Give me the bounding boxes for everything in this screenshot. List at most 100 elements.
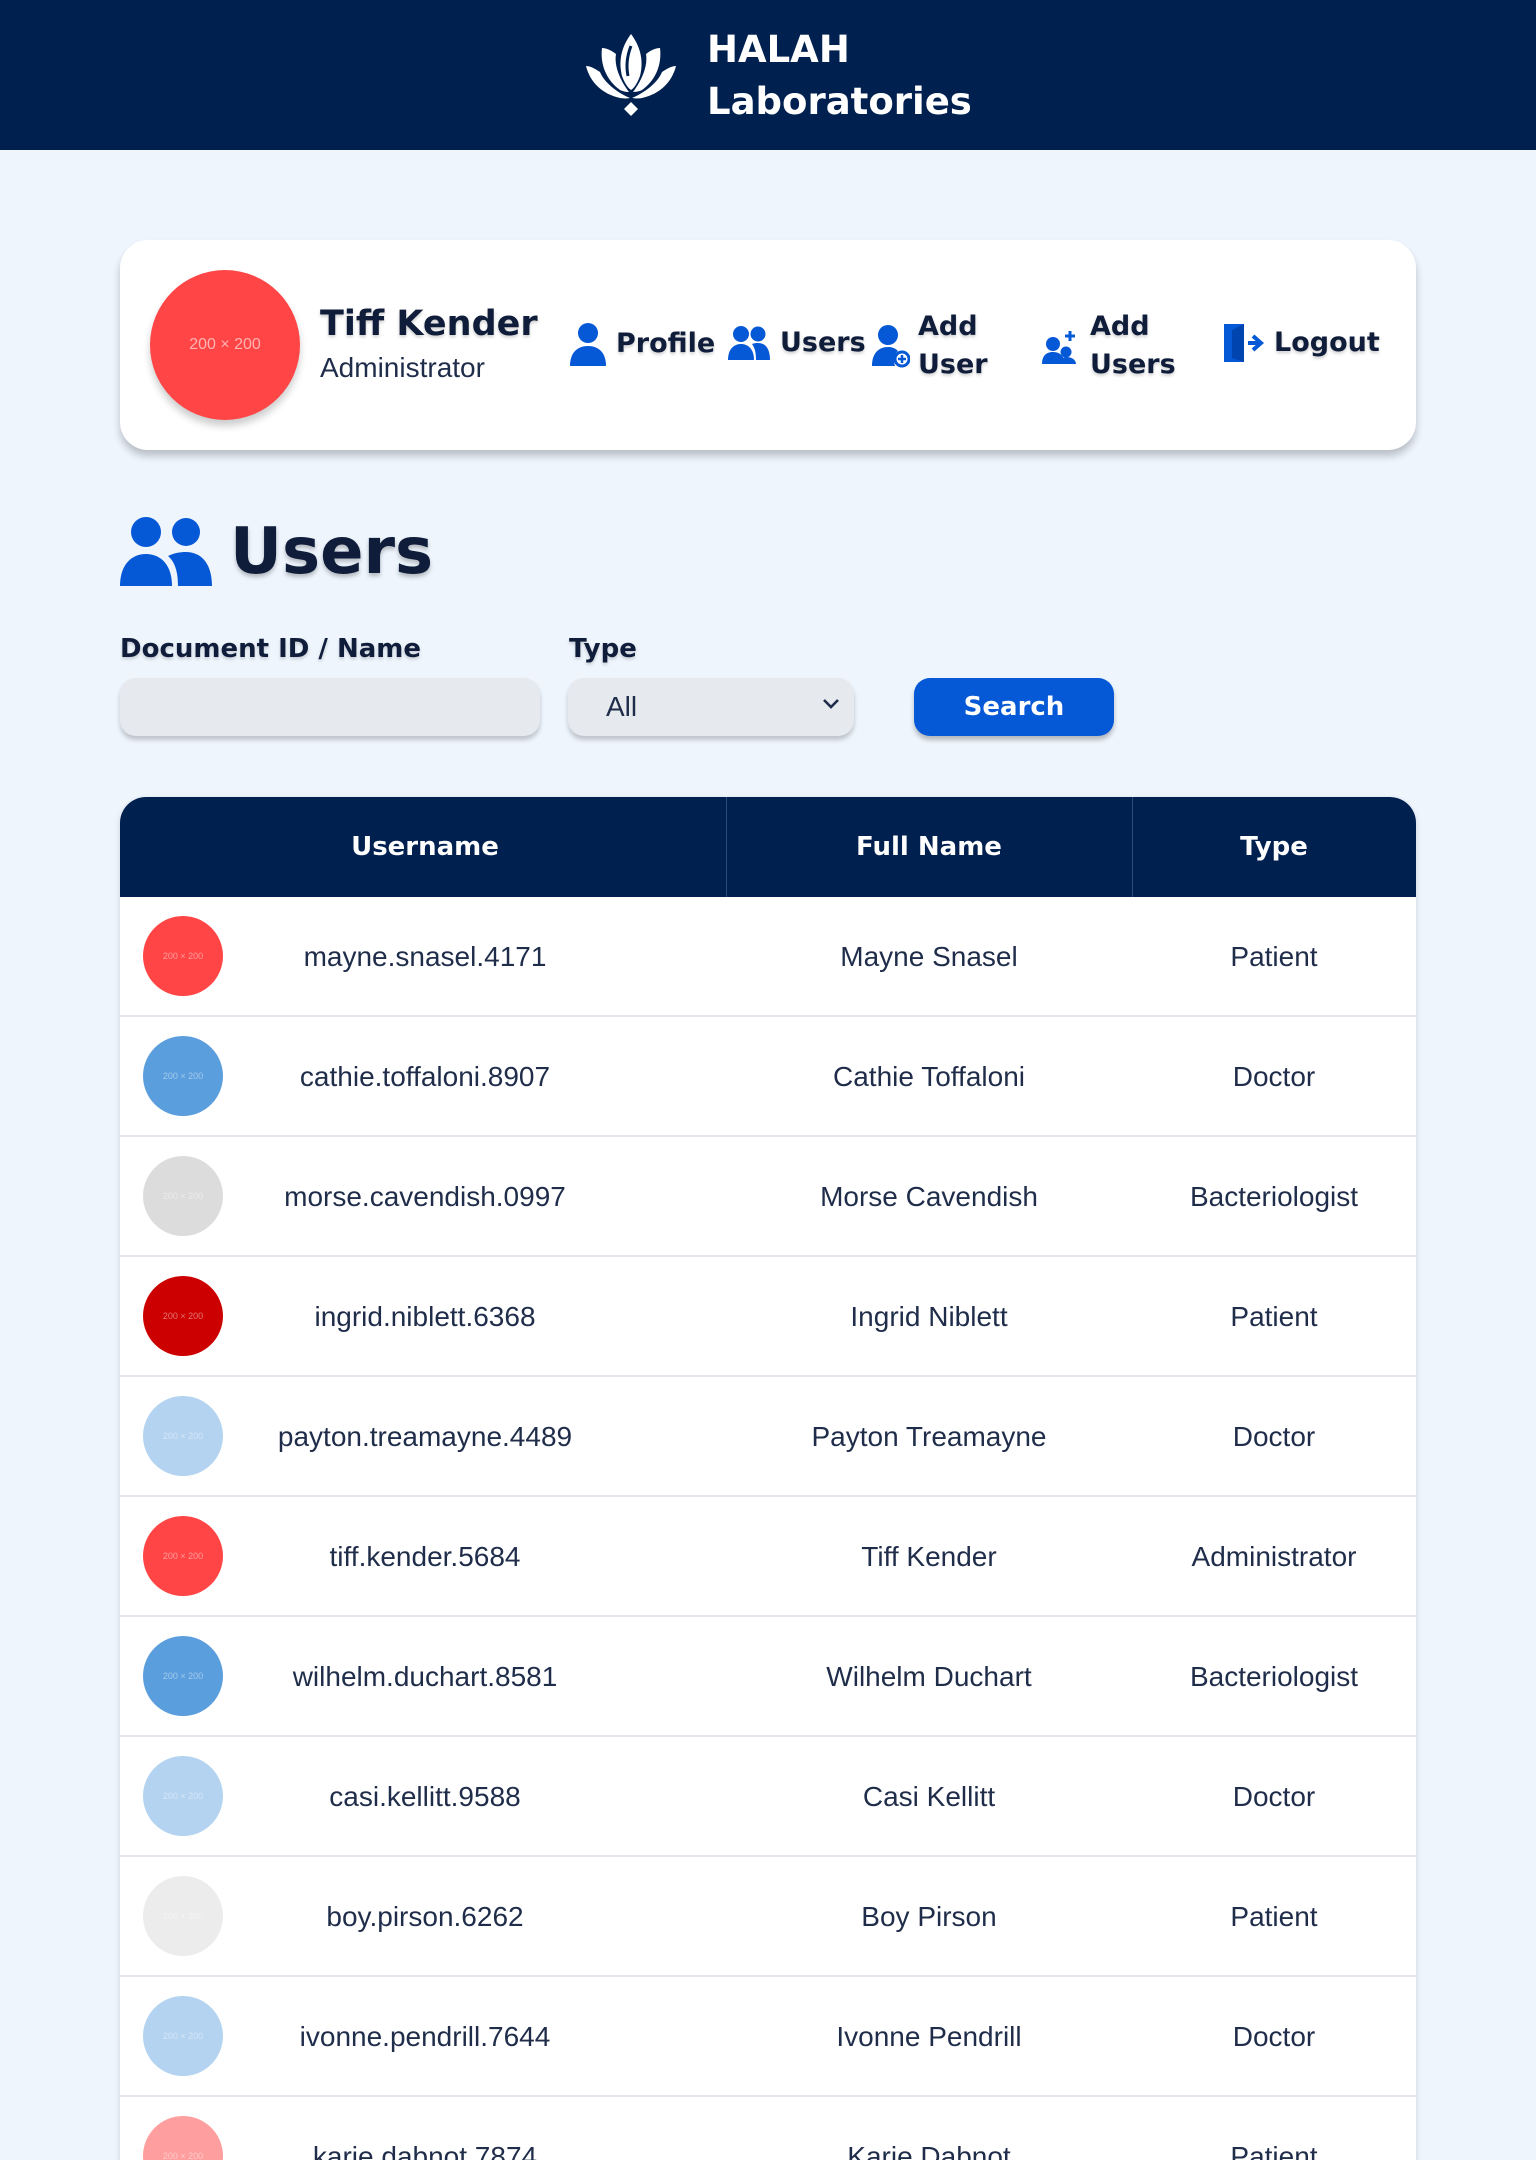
cell-full-name: Boy Pirson [861, 1901, 997, 1932]
nav-logout[interactable]: Logout [1222, 322, 1380, 364]
column-header-type[interactable]: Type [1132, 797, 1416, 897]
user-plus-icon [872, 325, 910, 368]
nav-add-user-line2: User [918, 349, 988, 380]
avatar-placeholder-text: 200 × 200 [162, 1191, 204, 1201]
cell-full-name: Wilhelm Duchart [826, 1661, 1032, 1692]
logout-icon [1224, 324, 1264, 362]
cell-username: karie.dabnot.7874 [312, 2141, 538, 2160]
cell-username: morse.cavendish.0997 [284, 1181, 566, 1212]
chevron-down-icon [823, 699, 839, 709]
cell-type: Patient [1230, 1901, 1318, 1932]
table-row[interactable]: 200 × 200 ivonne.pendrill.7644 Ivonne Pend… [120, 1977, 1416, 2097]
cell-full-name: Casi Kellitt [862, 1781, 996, 1812]
table-row[interactable]: 200 × 200 mayne.snasel.4171 Mayne Snasel Pa… [120, 897, 1416, 1017]
cell-full-name: Ivonne Pendrill [836, 2021, 1022, 2052]
page-title: Users [230, 515, 434, 589]
nav-add-user-line1: Add [918, 311, 978, 342]
table-row[interactable]: 200 × 200 payton.treamayne.4489 Payton Tre… [120, 1377, 1416, 1497]
avatar: 200 × 200 [150, 270, 300, 420]
users-icon [120, 517, 212, 586]
cell-type: Doctor [1232, 1781, 1316, 1812]
avatar: 200 × 200 [143, 1036, 223, 1116]
avatar: 200 × 200 [143, 2116, 223, 2160]
nav-users[interactable]: Users [728, 324, 866, 362]
avatar: 200 × 200 [143, 1636, 223, 1716]
cell-full-name: Morse Cavendish [820, 1181, 1038, 1212]
nav-profile[interactable]: Profile [570, 322, 715, 366]
table-row[interactable]: 200 × 200 casi.kellitt.9588 Casi Kellitt Do… [120, 1737, 1416, 1857]
users-plus-icon [1042, 331, 1076, 364]
cell-username: cathie.toffaloni.8907 [299, 1061, 551, 1092]
cell-type: Bacteriologist [1189, 1661, 1359, 1692]
cell-username: ivonne.pendrill.7644 [299, 2021, 551, 2052]
avatar: 200 × 200 [143, 1516, 223, 1596]
avatar-placeholder-text: 200 × 200 [162, 1671, 204, 1681]
cell-type: Doctor [1232, 1061, 1316, 1092]
column-header-username[interactable]: Username [245, 797, 605, 897]
nav-profile-label: Profile [616, 328, 716, 359]
lotus-icon [586, 34, 676, 116]
avatar: 200 × 200 [143, 1396, 223, 1476]
nav-users-label: Users [780, 327, 866, 358]
table-row[interactable]: 200 × 200 morse.cavendish.0997 Morse Caven… [120, 1137, 1416, 1257]
nav-add-user-label: Add User [918, 308, 988, 384]
cell-username: tiff.kender.5684 [329, 1541, 521, 1572]
avatar: 200 × 200 [143, 1876, 223, 1956]
table-row[interactable]: 200 × 200 karie.dabnot.7874 Karie Dabnot Pa… [120, 2097, 1416, 2160]
profile-role: Administrator [320, 352, 485, 383]
avatar-placeholder-text: 200 × 200 [162, 1431, 204, 1441]
table-row[interactable]: 200 × 200 tiff.kender.5684 Tiff Kender Admi… [120, 1497, 1416, 1617]
avatar-placeholder-text: 200 × 200 [162, 2031, 204, 2041]
nav-add-users-line1: Add [1090, 311, 1150, 342]
nav-add-user[interactable]: Add User [872, 308, 988, 384]
users-table: Username Full Name Type 200 × 200 mayne.s… [120, 797, 1416, 2160]
table-row[interactable]: 200 × 200 boy.pirson.6262 Boy Pirson Patien… [120, 1857, 1416, 1977]
cell-username: ingrid.niblett.6368 [314, 1301, 536, 1332]
type-label: Type [569, 634, 637, 664]
avatar-placeholder-text: 200 × 200 [162, 1911, 204, 1921]
document-id-label: Document ID / Name [120, 634, 421, 664]
cell-type: Bacteriologist [1189, 1181, 1359, 1212]
nav-add-users-line2: Users [1090, 349, 1176, 380]
avatar-placeholder-text: 200 × 200 [162, 951, 204, 961]
cell-full-name: Payton Treamayne [811, 1421, 1047, 1452]
avatar-placeholder-text: 200 × 200 [162, 1791, 204, 1801]
avatar: 200 × 200 [143, 1156, 223, 1236]
avatar: 200 × 200 [143, 1996, 223, 2076]
cell-type: Doctor [1232, 1421, 1316, 1452]
nav-add-users[interactable]: Add Users [1042, 308, 1176, 384]
cell-type: Patient [1230, 2141, 1318, 2160]
cell-username: wilhelm.duchart.8581 [292, 1661, 558, 1692]
profile-card: 200 × 200 Tiff Kender Administrator Prof… [120, 240, 1416, 450]
search-button[interactable]: Search [914, 678, 1114, 736]
cell-username: payton.treamayne.4489 [277, 1421, 573, 1452]
brand-line1: HALAH [707, 28, 850, 71]
profile-name: Tiff Kender [320, 304, 538, 344]
column-header-full-name[interactable]: Full Name [726, 797, 1132, 897]
avatar-placeholder-text: 200 × 200 [162, 1551, 204, 1561]
cell-full-name: Ingrid Niblett [850, 1301, 1008, 1332]
cell-full-name: Mayne Snasel [840, 941, 1018, 972]
table-row[interactable]: 200 × 200 cathie.toffaloni.8907 Cathie Tof… [120, 1017, 1416, 1137]
table-row[interactable]: 200 × 200 wilhelm.duchart.8581 Wilhelm Duc… [120, 1617, 1416, 1737]
type-select[interactable]: All [568, 678, 854, 736]
avatar-placeholder-text: 200 × 200 [162, 2151, 204, 2160]
avatar-placeholder-text: 200 × 200 [162, 1311, 204, 1321]
nav-logout-label: Logout [1274, 327, 1380, 358]
document-id-input[interactable] [120, 678, 540, 736]
nav-add-users-label: Add Users [1090, 308, 1176, 384]
user-icon [570, 323, 606, 366]
cell-full-name: Karie Dabnot [847, 2141, 1011, 2160]
avatar: 200 × 200 [143, 1756, 223, 1836]
avatar: 200 × 200 [143, 1276, 223, 1356]
cell-full-name: Tiff Kender [861, 1541, 997, 1572]
cell-type: Patient [1230, 941, 1318, 972]
brand-name: HALAH Laboratories [707, 24, 972, 128]
cell-username: mayne.snasel.4171 [303, 941, 547, 972]
table-row[interactable]: 200 × 200 ingrid.niblett.6368 Ingrid Nible… [120, 1257, 1416, 1377]
cell-type: Doctor [1232, 2021, 1316, 2052]
page-heading: Users [120, 515, 433, 589]
brand-line2: Laboratories [707, 80, 972, 123]
avatar-placeholder-text: 200 × 200 [162, 1071, 204, 1081]
avatar-placeholder-text: 200 × 200 [189, 336, 261, 353]
